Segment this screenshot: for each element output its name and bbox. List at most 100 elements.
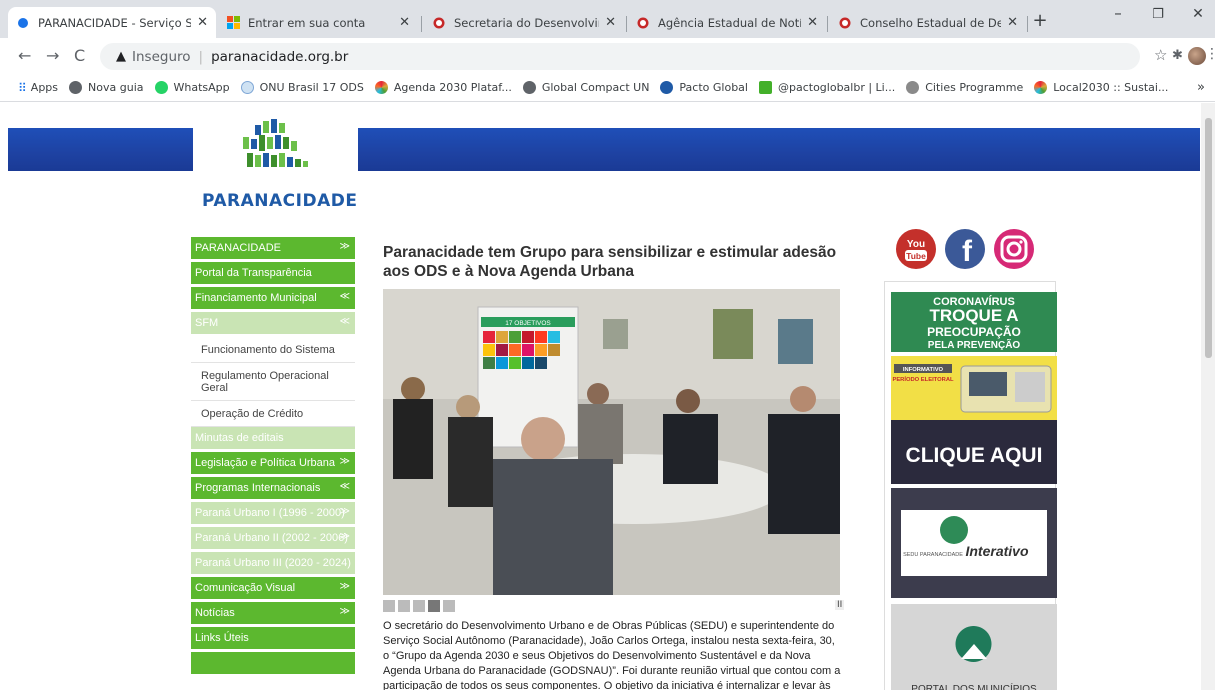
banner-clique-aqui[interactable]: CLIQUE AQUI [891,420,1057,484]
tab-entrar[interactable]: Entrar em sua conta ✕ [218,7,418,38]
banner-coronavirus[interactable]: CORONAVÍRUS TROQUE A PREOCUPAÇÃO PELA PR… [891,292,1057,352]
photo-banner-text: 17 OBJETIVOS [505,320,551,327]
bookmark-local2030[interactable]: Local2030 :: Sustai... [1034,81,1168,94]
bookmark-cities[interactable]: Cities Programme [906,81,1023,94]
bookmark-pactoglobalbr[interactable]: @pactoglobalbr | Li... [758,81,895,94]
banner-paranacidade-interativo[interactable]: SEDU PARANACIDADE Interativo [891,488,1057,598]
sidebar-menu-item-label: Paraná Urbano III (2020 - 2024) [195,557,351,569]
sidebar-menu-item[interactable]: Regulamento Operacional Geral [191,363,355,401]
sidebar-menu-item[interactable]: Portal da Transparência [191,262,355,284]
banner-periodo-eleitoral[interactable]: INFORMATIVO PERÍODO ELEITORAL [891,356,1057,420]
sidebar-menu-item[interactable]: Financiamento Municipal ≪ [191,287,355,309]
sidebar-menu-item[interactable]: Comunicação Visual ≫ [191,577,355,599]
scrollbar-thumb[interactable] [1205,118,1212,358]
svg-text:INFORMATIVO: INFORMATIVO [903,367,944,373]
restore-icon[interactable]: ❐ [1138,7,1178,22]
sidebar-menu-item[interactable]: Legislação e Política Urbana ≫ [191,452,355,474]
forward-icon[interactable]: → [46,46,59,65]
sidebar-menu-item[interactable]: Minutas de editais [191,427,355,449]
chevron-down-icon[interactable]: ≫ [340,506,350,517]
close-icon[interactable]: ✕ [605,15,616,30]
star-icon[interactable]: ☆ [1154,46,1167,64]
chevron-up-icon[interactable]: ≪ [340,481,350,492]
instagram-icon[interactable] [994,229,1034,269]
back-icon[interactable]: ← [18,46,31,65]
sidebar-menu-item-label: Links Úteis [195,632,249,644]
header-band [8,128,1200,171]
bookmark-agenda2030[interactable]: Agenda 2030 Plataf... [374,81,512,94]
banner-portal-municipios[interactable]: PORTAL DOS MUNICÍPIOS [891,604,1057,690]
minimize-icon[interactable]: – [1098,4,1138,22]
sidebar-menu-item-label: Funcionamento do Sistema [201,343,335,356]
sidebar-menu-item[interactable]: Funcionamento do Sistema [191,337,355,363]
sidebar-menu-item[interactable]: Paraná Urbano II (2002 - 2006) ≫ [191,527,355,549]
sidebar-menu-item[interactable]: Links Úteis [191,627,355,649]
onu-icon [240,81,254,94]
sidebar-menu-item-label: Portal da Transparência [195,267,312,279]
close-icon[interactable]: ✕ [807,15,818,30]
pacto-icon [660,81,674,94]
whatsapp-icon [154,81,168,94]
tab-conselho[interactable]: Conselho Estadual de Desenvo ✕ [830,7,1026,38]
sidebar-menu-item-label: Paraná Urbano II (2002 - 2006) [195,532,348,544]
menu-kebab-icon[interactable]: ⋮ [1205,46,1215,62]
close-icon[interactable]: ✕ [1007,15,1018,30]
article-photo[interactable]: 17 OBJETIVOS [383,289,840,595]
bookmarks-overflow-button[interactable]: » [1197,80,1205,95]
chevron-down-icon[interactable]: ≫ [340,241,350,252]
slide-dot-active[interactable] [428,600,440,612]
reload-icon[interactable]: C [74,46,85,65]
warning-icon[interactable]: ▲ [116,49,126,64]
sidebar-menu-item[interactable]: PARANACIDADE ≫ [191,237,355,259]
sidebar-menu-item[interactable]: Notícias ≫ [191,602,355,624]
bookmark-pacto-global[interactable]: Pacto Global [660,81,748,94]
bookmark-global-compact[interactable]: Global Compact UN [522,81,649,94]
tab-secretaria[interactable]: Secretaria do Desenvolvimento ✕ [424,7,624,38]
slide-dot[interactable] [413,600,425,612]
bookmark-nova-guia[interactable]: Nova guia [69,81,144,94]
chevron-up-icon[interactable]: ≪ [340,316,350,327]
close-icon[interactable]: ✕ [399,15,410,30]
extensions-icon[interactable]: ✱ [1172,48,1183,63]
sidebar-menu-item-label: Minutas de editais [195,432,284,444]
sidebar-menu-item[interactable] [191,652,355,674]
close-window-icon[interactable]: ✕ [1178,6,1215,22]
bookmark-whatsapp[interactable]: WhatsApp [154,81,230,94]
sidebar-menu-item[interactable]: Programas Internacionais ≪ [191,477,355,499]
globe-icon [522,81,536,94]
chevron-down-icon[interactable]: ≫ [340,531,350,542]
svg-text:CLIQUE AQUI: CLIQUE AQUI [906,444,1043,467]
chevron-up-icon[interactable]: ≪ [340,291,350,302]
facebook-icon[interactable]: f [945,229,985,269]
sidebar-menu-item-label: Comunicação Visual [195,582,296,594]
bookmark-apps[interactable]: ⠿ Apps [18,81,58,95]
sidebar-menu-item[interactable]: Operação de Crédito [191,401,355,427]
tab-paranacidade[interactable]: PARANACIDADE - Serviço Soci ✕ [8,7,216,38]
slide-dot[interactable] [398,600,410,612]
apps-grid-icon: ⠿ [18,80,27,95]
sidebar-menu-item[interactable]: SFM ≪ [191,312,355,334]
slide-dot[interactable] [383,600,395,612]
slide-dot[interactable] [443,600,455,612]
svg-text:PREOCUPAÇÃO: PREOCUPAÇÃO [927,324,1021,339]
sidebar-menu-item-label: Programas Internacionais [195,482,321,494]
address-bar[interactable]: ▲ Inseguro | paranacidade.org.br [100,43,1140,70]
svg-text:Tube: Tube [906,251,926,261]
close-icon[interactable]: ✕ [197,15,208,30]
svg-text:PERÍODO ELEITORAL: PERÍODO ELEITORAL [892,375,954,383]
pause-button[interactable]: II [835,600,845,610]
svg-text:PORTAL DOS MUNICÍPIOS: PORTAL DOS MUNICÍPIOS [911,682,1037,690]
sidebar-menu-item[interactable]: Paraná Urbano III (2020 - 2024) [191,552,355,574]
new-tab-button[interactable]: + [1026,10,1054,31]
bookmark-onu[interactable]: ONU Brasil 17 ODS [240,81,364,94]
chevron-down-icon[interactable]: ≫ [340,606,350,617]
sidebar-menu-item[interactable]: Paraná Urbano I (1996 - 2000) ≫ [191,502,355,524]
article-headline[interactable]: Paranacidade tem Grupo para sensibilizar… [383,243,853,281]
sidebar-menu: PARANACIDADE ≫ Portal da Transparência Fina… [191,237,355,677]
youtube-icon[interactable]: You Tube [896,229,936,269]
article-body: O secretário do Desenvolvimento Urbano e… [383,620,841,690]
chevron-down-icon[interactable]: ≫ [340,581,350,592]
chevron-down-icon[interactable]: ≫ [340,456,350,467]
avatar[interactable] [1188,47,1206,65]
tab-agencia[interactable]: Agência Estadual de Notícias ✕ [628,7,826,38]
